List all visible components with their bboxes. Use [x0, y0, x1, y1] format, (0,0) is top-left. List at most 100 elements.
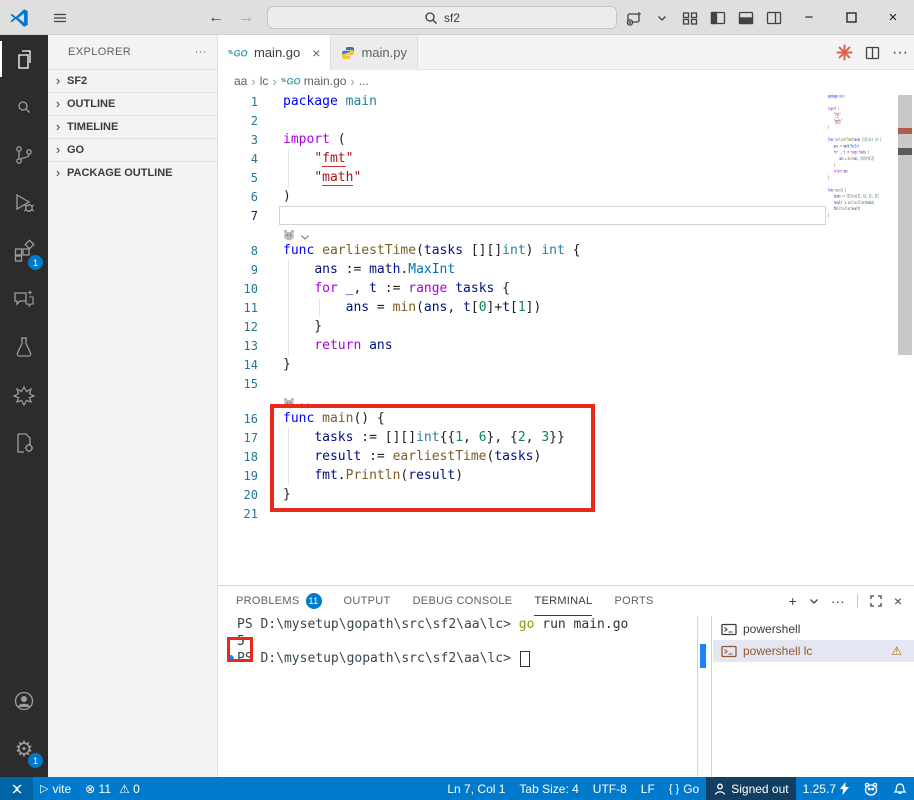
status-run-task[interactable]: ▷ vite — [33, 777, 78, 800]
command-center-search[interactable]: sf2 — [267, 6, 617, 29]
explorer-section-sf2[interactable]: › SF2 — [48, 69, 217, 92]
activity-item-explorer[interactable] — [0, 35, 48, 83]
terminal[interactable]: PS D:\mysetup\gopath\src\sf2\aa\lc> go r… — [218, 616, 697, 778]
starburst-icon[interactable] — [836, 44, 853, 61]
chevron-down-icon[interactable] — [809, 597, 819, 605]
code-editor[interactable]: 1 package main 2 3 import (4 "fmt" 5 "math" 6)… — [218, 92, 914, 585]
current-line-highlight — [279, 206, 826, 225]
panel-tab-ports[interactable]: PORTS — [614, 586, 653, 616]
status-notifications[interactable] — [886, 777, 914, 800]
chevron-right-icon: › — [55, 95, 61, 111]
status-indentation[interactable]: Tab Size: 4 — [512, 777, 585, 800]
activity-item-testing[interactable] — [0, 323, 48, 371]
minimize-icon[interactable]: − — [788, 0, 830, 35]
status-remote[interactable] — [0, 777, 33, 800]
maximize-icon[interactable] — [830, 0, 872, 35]
breadcrumb[interactable]: aa › lc › GO main.go ›... — [218, 70, 914, 92]
breadcrumb-item[interactable]: aa — [234, 74, 247, 88]
explorer-section-outline[interactable]: › OUTLINE — [48, 92, 217, 115]
close-icon[interactable]: × — [312, 45, 320, 61]
panel-tab-terminal[interactable]: TERMINAL — [534, 586, 593, 616]
line-number: 20 — [243, 487, 258, 502]
menu-icon[interactable] — [46, 0, 74, 35]
forward-arrow-icon: → — [238, 8, 254, 26]
go-file-icon: GO — [228, 47, 248, 59]
explorer-section-go[interactable]: › GO — [48, 138, 217, 161]
status-signed-out[interactable]: Signed out — [706, 777, 796, 800]
terminal-list-item-powershell-lc[interactable]: powershell lc ⚠ — [713, 640, 914, 662]
status-go-status[interactable] — [856, 777, 886, 800]
breadcrumb-item[interactable]: GO main.go — [280, 74, 346, 88]
terminal-scrollbar[interactable] — [697, 616, 712, 778]
codelens-run-row[interactable] — [218, 393, 914, 409]
line-number: 13 — [243, 338, 258, 353]
status-eol[interactable]: LF — [634, 777, 662, 800]
layout-grid-icon[interactable] — [676, 0, 704, 35]
editor-scrollbar[interactable] — [898, 95, 912, 355]
status-language-mode[interactable]: { } Go — [662, 777, 706, 800]
activity-item-search[interactable] — [0, 83, 48, 131]
breadcrumb-item[interactable]: lc — [260, 74, 269, 88]
panel-tab-output[interactable]: OUTPUT — [344, 586, 391, 616]
activity-item-source-control[interactable] — [0, 131, 48, 179]
terminal-cursor — [519, 650, 530, 667]
activity-item-run-debug[interactable] — [0, 179, 48, 227]
terminal-line-3[interactable]: PS D:\mysetup\gopath\src\sf2\aa\lc> — [218, 650, 697, 667]
activity-item-accounts[interactable] — [0, 677, 48, 725]
activity-item-pinwheel[interactable] — [0, 371, 48, 419]
activity-item-extensions[interactable]: 1 — [0, 227, 48, 275]
code-line-1: 1 package main — [218, 92, 914, 111]
line-number: 4 — [250, 151, 258, 166]
code-line-text: result := earliestTime(tasks) — [314, 449, 542, 464]
explorer-section-package-outline[interactable]: › PACKAGE OUTLINE — [48, 161, 217, 184]
ellipsis-icon[interactable]: ··· — [892, 44, 908, 62]
activity-item-settings[interactable]: ⚙ 1 — [0, 725, 48, 773]
file-gear-icon — [12, 431, 36, 455]
sidebar-more-icon[interactable]: ··· — [195, 46, 207, 58]
terminal-list-item-powershell[interactable]: powershell — [713, 618, 914, 640]
panel-tab-debug-console[interactable]: DEBUG CONSOLE — [413, 586, 513, 616]
tab-main-go[interactable]: GO main.go × — [218, 35, 332, 70]
code-line-text: } — [283, 487, 291, 502]
codelens-run-row[interactable] — [218, 225, 914, 241]
pinwheel-icon — [12, 383, 36, 407]
panel-tab-problems[interactable]: PROBLEMS 11 — [236, 586, 322, 616]
breadcrumb-item[interactable]: ... — [359, 74, 369, 88]
sidebar-title: EXPLORER — [68, 46, 132, 58]
split-editor-icon[interactable] — [865, 46, 880, 60]
status-cursor-position[interactable]: Ln 7, Col 1 — [440, 777, 512, 800]
status-go-version[interactable]: 1.25.7 — [796, 777, 856, 800]
svg-text:GO: GO — [286, 77, 300, 87]
profile-launch-icon[interactable] — [620, 0, 648, 35]
code-line-16: 16 func main() { — [218, 409, 914, 428]
code-line-text: import ( — [283, 132, 346, 147]
expand-icon[interactable] — [870, 595, 882, 607]
line-number: 9 — [250, 262, 258, 277]
chevron-right-icon: › — [55, 141, 61, 157]
close-icon[interactable]: × — [894, 593, 902, 609]
explorer-section-timeline[interactable]: › TIMELINE — [48, 115, 217, 138]
status-bar: ▷ vite ⊗ 11 ⚠ 0 Ln 7, Col 1 Tab Size: 4 UTF-8… — [0, 777, 914, 800]
activity-item-file-settings[interactable] — [0, 419, 48, 467]
panel-right-icon[interactable] — [760, 0, 788, 35]
panel-bottom-icon[interactable] — [732, 0, 760, 35]
chevron-down-icon[interactable] — [648, 0, 676, 35]
search-value: sf2 — [443, 10, 460, 25]
back-arrow-icon[interactable]: ← — [208, 9, 224, 27]
tab-main-py[interactable]: main.py — [331, 35, 418, 70]
close-icon[interactable]: × — [872, 0, 914, 35]
plus-icon[interactable]: + — [789, 593, 797, 609]
activity-item-chat[interactable] — [0, 275, 48, 323]
line-number: 11 — [243, 300, 258, 315]
panel-left-icon[interactable] — [704, 0, 732, 35]
code-line-text: func main() { — [283, 411, 385, 426]
ellipsis-icon[interactable]: ··· — [831, 593, 845, 609]
go-file-icon: GO — [280, 75, 301, 87]
status-encoding[interactable]: UTF-8 — [586, 777, 634, 800]
minimap[interactable]: package main import ( "fmt" "math") func e… — [828, 93, 888, 233]
section-label: TIMELINE — [67, 121, 119, 133]
code-line-2: 2 — [218, 111, 914, 130]
code-line-text: tasks := [][]int{{1, 6}, {2, 3}} — [314, 430, 565, 445]
status-problems[interactable]: ⊗ 11 ⚠ 0 — [78, 777, 151, 800]
command-decoration-dot — [227, 655, 234, 662]
